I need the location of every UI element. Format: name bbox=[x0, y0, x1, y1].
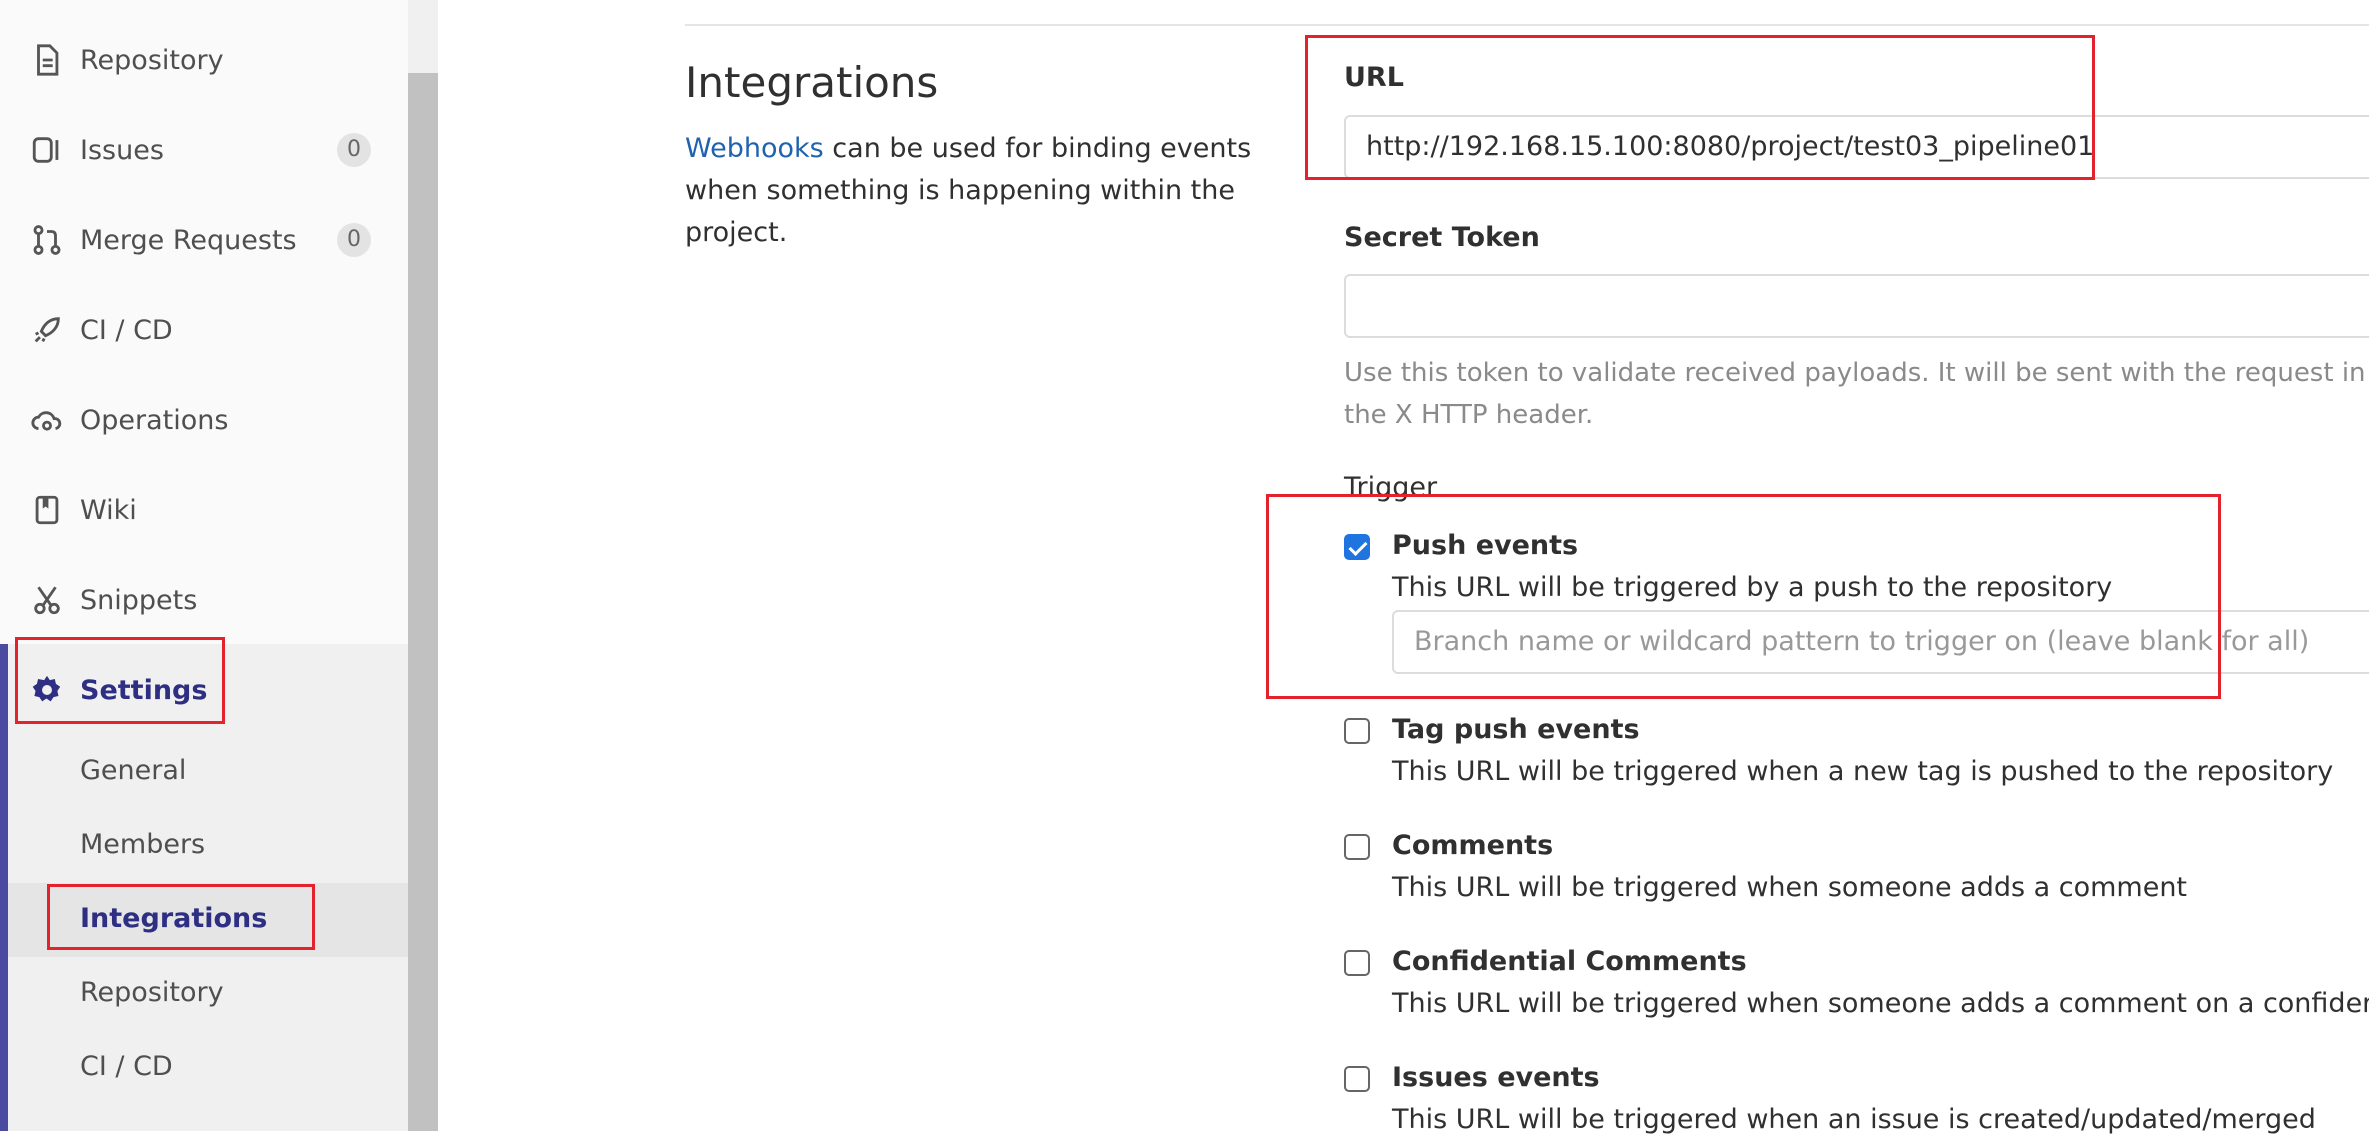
push-events-checkbox[interactable] bbox=[1344, 534, 1370, 560]
sub-item-label: Integrations bbox=[80, 903, 268, 934]
confidential-comments-title: Confidential Comments bbox=[1392, 946, 1747, 977]
sidebar-item-settings[interactable]: Settings bbox=[0, 660, 408, 720]
secret-token-label: Secret Token bbox=[1344, 222, 1540, 253]
settings-sub-ci-cd[interactable]: CI / CD bbox=[0, 1031, 408, 1105]
sidebar-item-label: Settings bbox=[80, 674, 208, 706]
gear-icon bbox=[32, 675, 61, 702]
sub-item-label: General bbox=[80, 755, 187, 786]
tag-push-events-checkbox[interactable] bbox=[1344, 718, 1370, 744]
sub-item-label: CI / CD bbox=[80, 1051, 173, 1082]
issues-events-checkbox[interactable] bbox=[1344, 1066, 1370, 1092]
push-events-title: Push events bbox=[1392, 530, 1579, 561]
sub-item-label: Repository bbox=[80, 977, 224, 1008]
issues-events-desc: This URL will be triggered when an issue… bbox=[1392, 1104, 2316, 1135]
settings-sub-integrations[interactable]: Integrations bbox=[8, 883, 408, 957]
sidebar-item-label: Wiki bbox=[80, 494, 137, 526]
sidebar-item-issues[interactable]: Issues 0 bbox=[0, 120, 408, 180]
settings-sub-general[interactable]: General bbox=[0, 735, 408, 809]
sidebar-item-label: Merge Requests bbox=[80, 224, 297, 256]
tag-push-events-desc: This URL will be triggered when a new ta… bbox=[1392, 756, 2334, 787]
push-events-desc: This URL will be triggered by a push to … bbox=[1392, 572, 2113, 603]
secret-token-input[interactable] bbox=[1344, 274, 2369, 338]
sidebar-item-ci-cd[interactable]: CI / CD bbox=[0, 300, 408, 360]
issues-events-title: Issues events bbox=[1392, 1062, 1600, 1093]
merge-request-icon bbox=[33, 225, 61, 255]
sidebar-item-label: Operations bbox=[80, 404, 229, 436]
sidebar-item-wiki[interactable]: Wiki bbox=[0, 480, 408, 540]
cloud-gear-icon bbox=[31, 411, 62, 431]
confidential-comments-desc: This URL will be triggered when someone … bbox=[1392, 988, 2369, 1019]
section-divider bbox=[685, 24, 2369, 26]
sidebar-item-label: Repository bbox=[80, 44, 224, 76]
comments-checkbox[interactable] bbox=[1344, 834, 1370, 860]
url-label: URL bbox=[1344, 62, 1404, 93]
confidential-comments-checkbox[interactable] bbox=[1344, 950, 1370, 976]
comments-title: Comments bbox=[1392, 830, 1554, 861]
issues-icon bbox=[32, 137, 59, 163]
sidebar-item-label: Snippets bbox=[80, 584, 198, 616]
sidebar-item-snippets[interactable]: Snippets bbox=[0, 570, 408, 630]
trigger-label: Trigger bbox=[1344, 472, 1438, 503]
rocket-icon bbox=[34, 317, 60, 343]
settings-sub-repository[interactable]: Repository bbox=[0, 957, 408, 1031]
sidebar-scrollbar-thumb[interactable] bbox=[408, 73, 438, 1131]
branch-filter-input[interactable]: Branch name or wildcard pattern to trigg… bbox=[1392, 610, 2369, 674]
tag-push-events-title: Tag push events bbox=[1392, 714, 1640, 745]
comments-desc: This URL will be triggered when someone … bbox=[1392, 872, 2188, 903]
sidebar-item-repository[interactable]: Repository bbox=[0, 30, 408, 90]
count-badge: 0 bbox=[337, 133, 371, 167]
count-badge: 0 bbox=[337, 223, 371, 257]
secret-token-help: Use this token to validate received payl… bbox=[1344, 358, 2366, 430]
sub-item-label: Members bbox=[80, 829, 206, 860]
document-icon bbox=[37, 44, 59, 76]
sidebar-item-label: Issues bbox=[80, 134, 164, 166]
url-input[interactable]: http://192.168.15.100:8080/project/test0… bbox=[1344, 115, 2369, 179]
sidebar-item-merge-requests[interactable]: Merge Requests 0 bbox=[0, 210, 408, 270]
page-title: Integrations bbox=[685, 58, 939, 107]
scissors-icon bbox=[34, 586, 60, 615]
book-icon bbox=[35, 495, 59, 525]
webhooks-link[interactable]: Webhooks bbox=[685, 133, 824, 164]
settings-sub-members[interactable]: Members bbox=[0, 809, 408, 883]
sidebar-item-label: CI / CD bbox=[80, 314, 173, 346]
sidebar-item-operations[interactable]: Operations bbox=[0, 390, 408, 450]
page-description: Webhooks can be used for binding events … bbox=[685, 128, 1285, 254]
